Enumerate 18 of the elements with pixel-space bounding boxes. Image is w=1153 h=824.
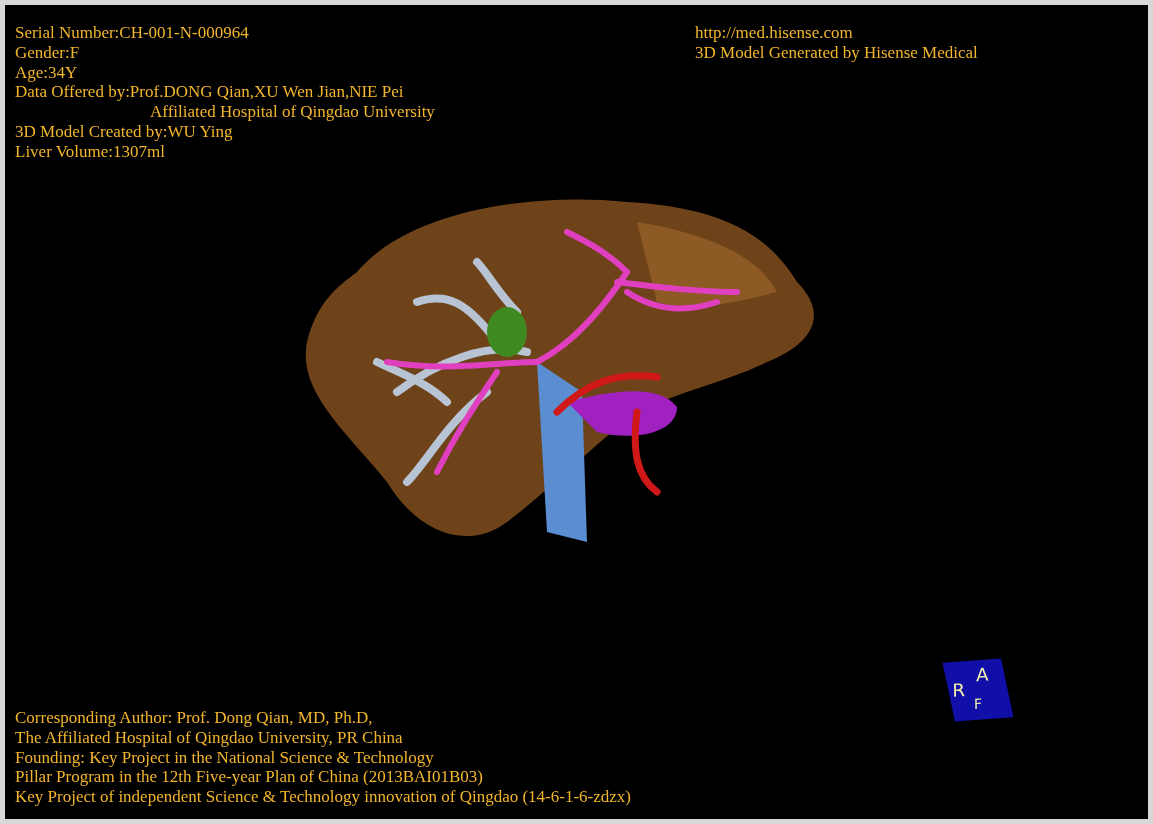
3d-viewport[interactable]	[5, 5, 1148, 819]
info-text: Age:34Y	[15, 62, 79, 83]
info-text: Gender:F	[15, 42, 81, 63]
footer-text: The Affiliated Hospital of Qingdao University, PR China	[15, 727, 404, 748]
credit-text: http://med.hisense.com	[695, 23, 854, 43]
info-text: Serial Number:CH-001-N-000964	[15, 23, 250, 43]
info-text: Data Offered by:Prof.DONG Qian,XU Wen Jian,NIE Pei	[15, 82, 405, 103]
footer-text: Pillar Program in the 12th Five-year Plan of China (2013BAI01B03)	[15, 767, 484, 788]
footer-text: Corresponding Author: Prof. Dong Qian, MD, Ph.D,	[15, 708, 374, 728]
info-text: Liver Volume:1307ml	[15, 141, 166, 162]
footer-text: Founding: Key Project in the National Science & Technology	[15, 747, 435, 768]
cube-face-label: F	[972, 695, 984, 712]
cube-face-label: A	[973, 663, 991, 686]
credit-text: 3D Model Generated by Hisense Medical	[695, 42, 978, 63]
info-text: Affiliated Hospital of Qingdao University	[149, 102, 436, 122]
info-text: 3D Model Created by:WU Ying	[15, 122, 234, 142]
footer-text: Key Project of independent Science & Technology innovation of Qingdao (14-6-1-6-zdzx)	[15, 787, 632, 807]
cube-face-label: R	[950, 679, 968, 701]
